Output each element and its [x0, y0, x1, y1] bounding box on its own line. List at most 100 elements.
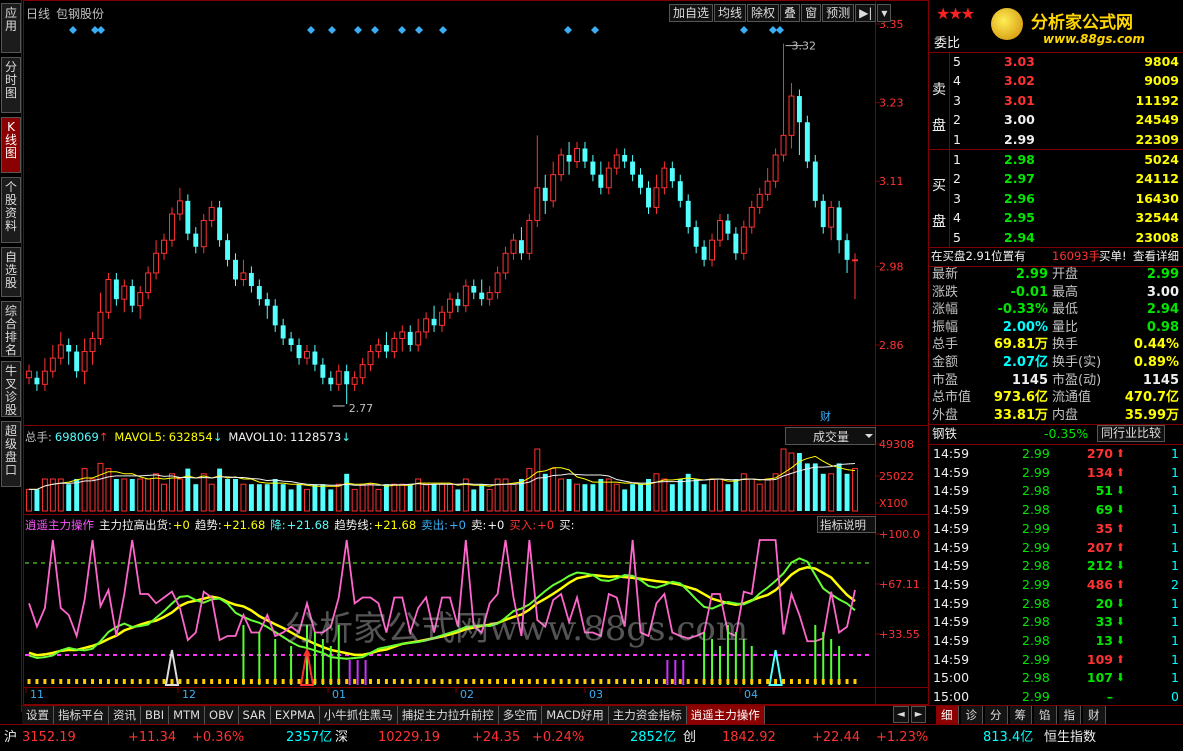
info-diamond-icon-9[interactable] [439, 26, 447, 34]
left-tab-0[interactable]: 应用 [1, 3, 21, 53]
scroll-right-button[interactable]: ► [910, 706, 927, 723]
scroll-left-button[interactable]: ◄ [893, 706, 909, 723]
indicator-tab-7[interactable]: EXPMA [270, 706, 320, 724]
indicator-tab-8[interactable]: 小牛抓住黑马 [319, 706, 398, 724]
baseline-dot-42 [361, 679, 365, 684]
volume-dropdown[interactable]: 成交量 [785, 427, 876, 445]
notice-detail-link[interactable]: 查看详细 [1133, 247, 1179, 266]
indicator-tab-11[interactable]: MACD好用 [542, 706, 609, 724]
volume-bar-25 [225, 479, 231, 511]
kline-chart-svg[interactable]: 日线 包钢股份3.353.233.112.982.863.322.77财总手: 69… [23, 0, 929, 705]
volume-bar-88 [725, 484, 731, 511]
info-diamond-icon-0[interactable] [69, 26, 77, 34]
quote-label-right-0: 开盘 [1052, 267, 1079, 282]
baseline-dot-66 [551, 679, 555, 684]
buy-row-3[interactable]: 4 2.95 32544 [930, 208, 1183, 227]
baseline-dot-48 [408, 679, 412, 684]
baseline-dot-28 [249, 679, 253, 684]
indicator-tab-1[interactable]: 指标平台 [54, 706, 109, 724]
info-diamond-icon-13[interactable] [769, 26, 777, 34]
info-diamond-icon-14[interactable] [776, 26, 784, 34]
sz-percent: +0.24% [532, 730, 585, 745]
toolbar-button-0[interactable]: 加自选 [669, 4, 714, 22]
indicator-tab-5[interactable]: OBV [205, 706, 239, 724]
indicator-tab-4[interactable]: MTM [169, 706, 206, 724]
info-diamond-icon-7[interactable] [398, 26, 406, 34]
info-diamond-icon-10[interactable] [564, 26, 572, 34]
candle-92 [756, 187, 763, 214]
indicator-help-button[interactable]: 指标说明 [817, 516, 876, 533]
info-diamond-icon-5[interactable] [354, 26, 362, 34]
left-tab-4[interactable]: 自选股 [1, 247, 21, 297]
indicator-tab-13[interactable]: 逍遥主力操作 [686, 706, 765, 724]
right-tab-4[interactable]: 馅 [1034, 706, 1057, 724]
right-tab-2[interactable]: 分 [985, 706, 1008, 724]
tick-time: 14:59 [933, 446, 970, 461]
info-diamond-icon-11[interactable] [591, 26, 599, 34]
info-diamond-icon-6[interactable] [371, 26, 379, 34]
volume-bar-40 [344, 473, 350, 511]
right-tab-0[interactable]: 细 [936, 706, 959, 724]
sell-price: 3.00 [1004, 112, 1035, 128]
indicator-tab-2[interactable]: 资讯 [109, 706, 141, 724]
right-tab-1[interactable]: 诊 [960, 706, 983, 724]
toolbar-button-5[interactable]: 预测 [822, 4, 855, 22]
buy-row-2[interactable]: 3 2.96 16430 [930, 189, 1183, 208]
left-tab-3[interactable]: 个股资料 [1, 177, 21, 243]
toolbar-button-1[interactable]: 均线 [714, 4, 747, 22]
indicator-tab-10[interactable]: 多空而 [498, 706, 543, 724]
volume-bar-52 [439, 483, 445, 512]
candle-91 [748, 200, 755, 234]
notice-qty: 16093手 [1052, 249, 1101, 263]
buy-row-0[interactable]: 1 2.98 5024 [930, 150, 1183, 169]
sell-row-2[interactable]: 3 3.01 11192 [930, 91, 1183, 110]
left-tab-1[interactable]: 分时图 [1, 57, 21, 113]
candle-body-89 [733, 233, 739, 254]
buy-row-4[interactable]: 5 2.94 23008 [930, 228, 1183, 247]
left-tab-6[interactable]: 牛叉诊股 [1, 361, 21, 417]
candle-38 [328, 371, 334, 391]
sell-row-3[interactable]: 2 3.00 24549 [930, 110, 1183, 129]
tick-volume: 20 [1095, 595, 1113, 611]
indicator-tab-9[interactable]: 捕捉主力拉升前控 [397, 706, 499, 724]
sell-row-4[interactable]: 1 2.99 22309 [930, 130, 1183, 149]
baseline-dot-27 [241, 679, 245, 684]
candle-body-91 [748, 206, 755, 228]
industry-compare-button[interactable]: 同行业比较 [1097, 425, 1166, 442]
info-diamond-icon-2[interactable] [97, 26, 105, 34]
toolbar-button-6[interactable]: ▶| [855, 4, 877, 22]
cy-change: +22.44 [812, 730, 861, 745]
toolbar-button-3[interactable]: 叠 [780, 4, 801, 22]
volume-bar-44 [375, 488, 382, 512]
quote-value-right-1: 3.00 [1146, 284, 1179, 300]
chart-area[interactable]: 日线 包钢股份 3.35 3.23 3.11 2.98 2.86 3.32 2.77 财总手: 69… [23, 0, 929, 705]
indicator-tab-0[interactable]: 设置 [22, 706, 54, 724]
indicator-tab-12[interactable]: 主力资金指标 [608, 706, 687, 724]
right-tab-5[interactable]: 指 [1058, 706, 1081, 724]
right-tab-6[interactable]: 财 [1083, 706, 1106, 724]
big-order-notice[interactable]: 在买盘2.91位置有 16093手 买单! 查看详细 [930, 247, 1183, 266]
info-diamond-icon-4[interactable] [328, 26, 336, 34]
info-diamond-icon-12[interactable] [740, 26, 748, 34]
sell-row-1[interactable]: 4 3.02 9009 [930, 71, 1183, 90]
left-tab-2[interactable]: K线图 [1, 117, 21, 173]
candle-body-31 [272, 305, 278, 326]
info-diamond-icon-8[interactable] [415, 26, 423, 34]
arrow-up-icon: ⬆ [1115, 465, 1125, 479]
volume-bar-51 [431, 484, 437, 511]
candle-74 [613, 148, 620, 175]
tick-row-3: 14:59 2.98 69 ⬇ 1 [930, 500, 1183, 519]
toolbar-button-4[interactable]: 窗 [801, 4, 822, 22]
toolbar-button-7[interactable]: ▾ [877, 4, 892, 22]
buy-row-1[interactable]: 2 2.97 24112 [930, 169, 1183, 188]
candle-67 [558, 148, 565, 182]
left-tab-7[interactable]: 超级盘口 [1, 421, 21, 487]
indicator-tab-6[interactable]: SAR [238, 706, 271, 724]
right-tab-3[interactable]: 筹 [1009, 706, 1032, 724]
baseline-dot-2 [43, 679, 47, 684]
info-diamond-icon-3[interactable] [307, 26, 315, 34]
left-tab-5[interactable]: 综合排名 [1, 301, 21, 357]
toolbar-button-2[interactable]: 除权 [747, 4, 780, 22]
indicator-tab-3[interactable]: BBI [141, 706, 170, 724]
sell-row-0[interactable]: 5 3.03 9804 [930, 52, 1183, 71]
